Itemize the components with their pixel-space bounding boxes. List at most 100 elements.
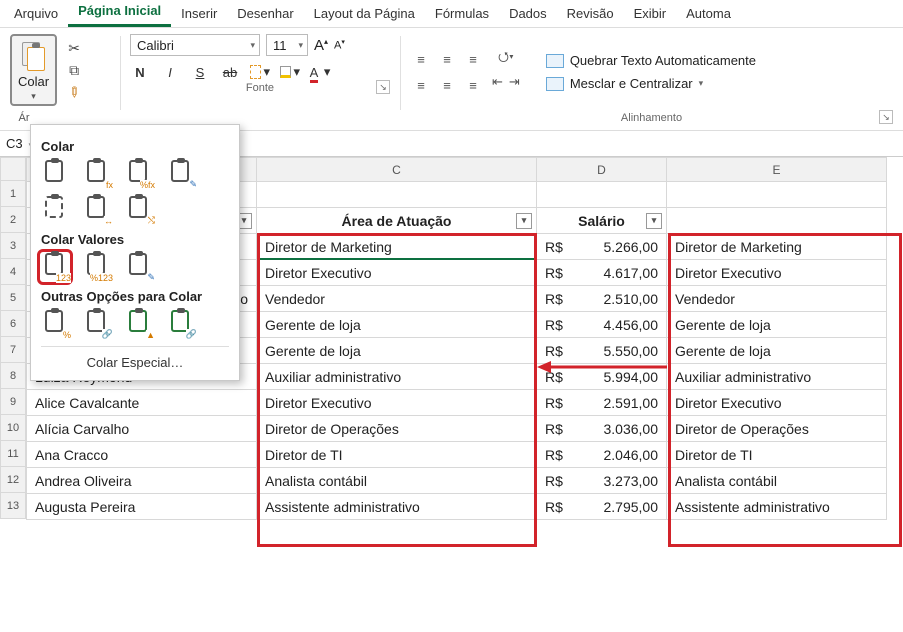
cell[interactable]: Gerente de loja	[667, 312, 887, 338]
strike-button[interactable]: ab	[220, 65, 240, 80]
merge-center-button[interactable]: Mesclar e Centralizar ▾	[546, 76, 756, 91]
cell[interactable]: Augusta Pereira	[27, 494, 257, 520]
cell[interactable]: Auxiliar administrativo	[667, 364, 887, 390]
indent-increase-icon[interactable]: ⇥	[509, 74, 520, 90]
paste-transpose-icon[interactable]: ⤭	[125, 196, 153, 224]
cell[interactable]: Vendedor	[257, 286, 537, 312]
cell[interactable]: Diretor de Marketing	[257, 234, 537, 260]
cell[interactable]: R$2.795,00	[537, 494, 667, 520]
cell[interactable]: Vendedor	[667, 286, 887, 312]
cell[interactable]	[537, 182, 667, 208]
align-center-icon[interactable]: ≡	[436, 74, 458, 96]
format-painter-icon[interactable]	[65, 84, 83, 100]
row-header[interactable]: 9	[0, 389, 26, 415]
cell[interactable]: Gerente de loja	[257, 312, 537, 338]
cell[interactable]: R$5.550,00	[537, 338, 667, 364]
paste-no-border-icon[interactable]	[41, 196, 69, 224]
paste-values-srcfmt-icon[interactable]: ✎	[125, 253, 153, 281]
tab-layout[interactable]: Layout da Página	[304, 2, 425, 27]
cell[interactable]: R$4.456,00	[537, 312, 667, 338]
fill-color-button[interactable]: ▾	[280, 64, 300, 80]
col-header[interactable]: C	[257, 158, 537, 182]
col-header[interactable]: E	[667, 158, 887, 182]
select-all-corner[interactable]	[0, 157, 26, 181]
row-header[interactable]: 2	[0, 207, 26, 233]
cell[interactable]: Auxiliar administrativo	[257, 364, 537, 390]
orientation-icon[interactable]: ⭯▾	[492, 48, 520, 70]
tab-dados[interactable]: Dados	[499, 2, 557, 27]
cell[interactable]: R$3.036,00	[537, 416, 667, 442]
cell[interactable]: R$5.994,00	[537, 364, 667, 390]
row-header[interactable]: 11	[0, 441, 26, 467]
row-header[interactable]: 5	[0, 285, 26, 311]
tab-pagina-inicial[interactable]: Página Inicial	[68, 0, 171, 27]
cell[interactable]: Diretor Executivo	[667, 260, 887, 286]
paste-all-icon[interactable]	[41, 160, 69, 188]
cell[interactable]: Gerente de loja	[257, 338, 537, 364]
tab-inserir[interactable]: Inserir	[171, 2, 227, 27]
italic-button[interactable]: I	[160, 65, 180, 80]
cell[interactable]: Diretor Executivo	[257, 390, 537, 416]
font-color-button[interactable]: A ▾	[310, 64, 330, 80]
paste-formulas-numfmt-icon[interactable]: %fx	[125, 160, 153, 188]
cell[interactable]: Andrea Oliveira	[27, 468, 257, 494]
grow-font-icon[interactable]: A▴	[314, 37, 328, 54]
paste-picture-icon[interactable]: ▲	[125, 310, 153, 338]
row-header[interactable]: 4	[0, 259, 26, 285]
cell[interactable]: Diretor de Operações	[667, 416, 887, 442]
paste-keep-width-icon[interactable]: ↔	[83, 196, 111, 224]
paste-values-icon[interactable]: 123	[41, 253, 69, 281]
cell[interactable]: R$3.273,00	[537, 468, 667, 494]
cell[interactable]: Diretor de TI	[667, 442, 887, 468]
cell[interactable]: Analista contábil	[667, 468, 887, 494]
cell[interactable]: Diretor de Operações	[257, 416, 537, 442]
underline-button[interactable]: S	[190, 65, 210, 80]
paste-special-menuitem[interactable]: Colar Especial…	[41, 346, 229, 376]
tab-desenhar[interactable]: Desenhar	[227, 2, 303, 27]
tab-revisao[interactable]: Revisão	[557, 2, 624, 27]
tab-arquivo[interactable]: Arquivo	[4, 2, 68, 27]
font-dialog-launcher[interactable]	[376, 80, 390, 94]
font-size-dropdown[interactable]: 11	[266, 34, 308, 56]
tab-exibir[interactable]: Exibir	[624, 2, 677, 27]
cell[interactable]: Assistente administrativo	[667, 494, 887, 520]
paste-linked-picture-icon[interactable]: 🔗	[167, 310, 195, 338]
cell[interactable]: Analista contábil	[257, 468, 537, 494]
cell[interactable]: Assistente administrativo	[257, 494, 537, 520]
cell[interactable]: R$2.046,00	[537, 442, 667, 468]
table-header-cell[interactable]: Área de Atuação▾	[257, 208, 537, 234]
align-middle-icon[interactable]: ≡	[436, 48, 458, 70]
cell[interactable]: Ana Cracco	[27, 442, 257, 468]
cell[interactable]: Alice Cavalcante	[27, 390, 257, 416]
align-right-icon[interactable]: ≡	[462, 74, 484, 96]
row-header[interactable]: 1	[0, 181, 26, 207]
wrap-text-button[interactable]: Quebrar Texto Automaticamente	[546, 53, 756, 68]
cell[interactable]	[667, 208, 887, 234]
cell[interactable]: Diretor de Marketing	[667, 234, 887, 260]
cell[interactable]: R$2.591,00	[537, 390, 667, 416]
border-button[interactable]: ▾	[250, 64, 270, 80]
copy-icon[interactable]	[65, 62, 83, 78]
col-header[interactable]: D	[537, 158, 667, 182]
row-header[interactable]: 10	[0, 415, 26, 441]
align-dialog-launcher[interactable]	[879, 110, 893, 124]
paste-button[interactable]: Colar ▾	[10, 34, 57, 106]
cell[interactable]: R$4.617,00	[537, 260, 667, 286]
tab-automatizar[interactable]: Automa	[676, 2, 741, 27]
row-header[interactable]: 3	[0, 233, 26, 259]
row-header[interactable]: 8	[0, 363, 26, 389]
bold-button[interactable]: N	[130, 65, 150, 80]
cell[interactable]: Diretor Executivo	[257, 260, 537, 286]
cell[interactable]: R$5.266,00	[537, 234, 667, 260]
paste-keep-source-icon[interactable]: ✎	[167, 160, 195, 188]
align-bottom-icon[interactable]: ≡	[462, 48, 484, 70]
row-header[interactable]: 13	[0, 493, 26, 519]
paste-link-icon[interactable]: 🔗	[83, 310, 111, 338]
table-header-cell[interactable]: Salário▾	[537, 208, 667, 234]
font-name-dropdown[interactable]: Calibri	[130, 34, 260, 56]
row-header[interactable]: 6	[0, 311, 26, 337]
paste-formulas-icon[interactable]: fx	[83, 160, 111, 188]
cell[interactable]: Diretor Executivo	[667, 390, 887, 416]
align-left-icon[interactable]: ≡	[410, 74, 432, 96]
row-header[interactable]: 12	[0, 467, 26, 493]
